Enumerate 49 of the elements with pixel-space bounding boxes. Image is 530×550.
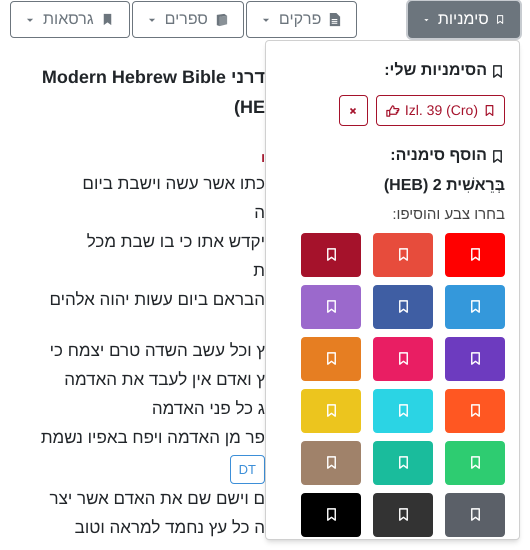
bible-title: (HE — [234, 96, 265, 119]
color-swatch-button[interactable] — [445, 336, 505, 380]
delete-button[interactable] — [338, 95, 368, 126]
color-swatch-button[interactable] — [373, 232, 433, 276]
verse-text: כתו אשר עשה וישבת ביום — [82, 174, 265, 193]
saved-bookmark-button[interactable]: Izl. 39 (Cro) — [376, 95, 505, 126]
close-icon — [348, 106, 358, 116]
verse-text: ה — [254, 203, 265, 222]
verse-text: ץ ואדם אין לעבד את האדמה — [64, 370, 265, 389]
verse-text: ה כל עץ נחמד למראה וטוב — [74, 518, 265, 537]
verse-text: ץ וכל עשב השדה טרם יצמח כי — [50, 341, 265, 360]
color-swatch-button[interactable] — [301, 492, 361, 536]
bookmark-icon — [490, 148, 505, 164]
hint-text: בחרו צבע והוסיפו: — [392, 206, 505, 223]
bible-title: Modern Hebrew Bible דרני — [42, 66, 265, 89]
color-swatch-button[interactable] — [373, 388, 433, 432]
bookmark-icon — [490, 64, 505, 78]
color-swatch-button[interactable] — [373, 284, 433, 328]
color-swatch-button[interactable] — [445, 284, 505, 328]
chapters-button[interactable]: פרקים — [246, 1, 358, 38]
color-swatch-button[interactable] — [373, 440, 433, 484]
color-swatch-button[interactable] — [445, 440, 505, 484]
verse-reference: בְּרֵאשִׁית 2 (HEB) — [384, 176, 505, 196]
color-swatch-button[interactable] — [445, 492, 505, 536]
color-swatch-button[interactable] — [301, 440, 361, 484]
bookmark-icon — [483, 104, 496, 117]
color-swatch-button[interactable] — [445, 388, 505, 432]
versions-button[interactable]: גרסאות — [10, 1, 130, 38]
color-swatch-button[interactable] — [301, 336, 361, 380]
color-swatch-button[interactable] — [373, 492, 433, 536]
color-swatch-button[interactable] — [373, 336, 433, 380]
color-swatch-button[interactable] — [301, 388, 361, 432]
verse-text: יקדש אתו כי בו שבת מכל — [86, 232, 265, 251]
bookmark-icon — [494, 12, 505, 27]
color-swatch-button[interactable] — [445, 232, 505, 276]
thumbs-up-icon — [384, 103, 400, 118]
color-swatch-button[interactable] — [301, 232, 361, 276]
verse-text: הבראם ביום עשות יהוה אלהים — [49, 290, 265, 309]
color-swatch-button[interactable] — [301, 284, 361, 328]
section-heading: הסימניות שלי: — [384, 61, 487, 81]
verse-text: ם וישם שם את האדם אשר יצר — [50, 489, 265, 508]
verse-text: ג כל פני האדמה — [152, 399, 265, 418]
bookmarks-button[interactable]: סימניות — [408, 1, 520, 38]
chapter-number: ו — [261, 150, 265, 165]
document-icon — [327, 12, 342, 27]
verse-text: ת — [253, 261, 265, 280]
verse-text: פר מן האדמה ויפח באפיו נשמת — [40, 428, 265, 447]
books-button[interactable]: ספרים — [132, 1, 244, 38]
section-heading: הוסף סימניה: — [390, 146, 487, 166]
